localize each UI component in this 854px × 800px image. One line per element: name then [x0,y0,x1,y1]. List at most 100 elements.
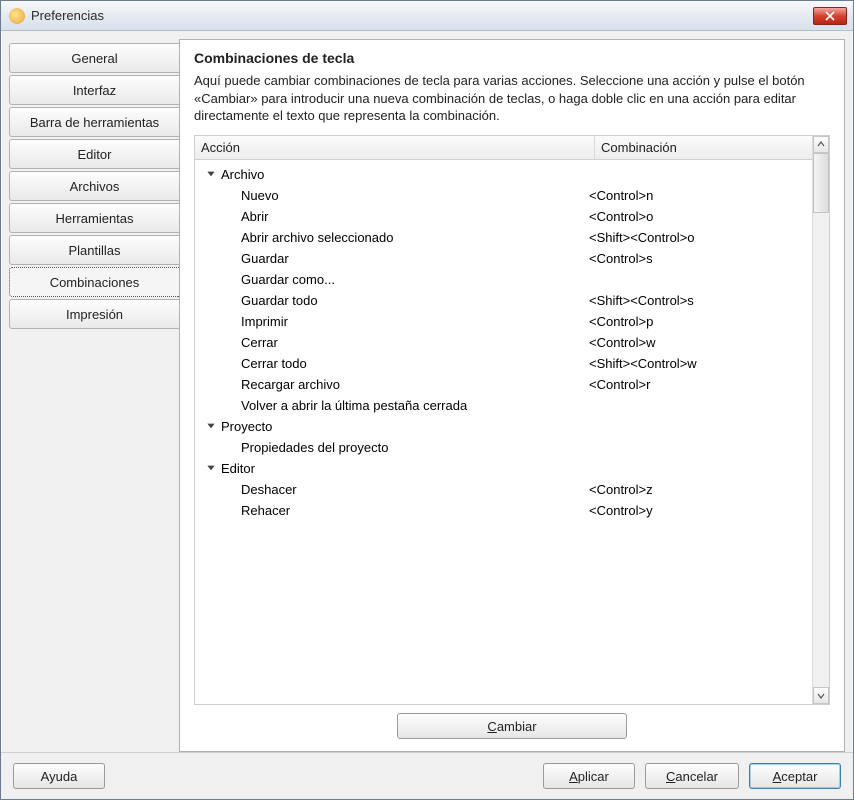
sidebar-item-label: Impresión [66,307,123,322]
main-panel: Combinaciones de tecla Aquí puede cambia… [179,39,845,752]
tree-row[interactable]: Deshacer<Control>z [195,479,812,500]
column-header-action[interactable]: Acción [195,136,595,159]
cell-action: Deshacer [195,482,589,497]
apply-button[interactable]: Aplicar [543,763,635,789]
table-header: Acción Combinación [195,136,812,160]
chevron-up-icon [817,140,825,148]
change-button-label: Cambiar [487,719,536,734]
sidebar-item-label: General [71,51,117,66]
help-button[interactable]: Ayuda [13,763,105,789]
apply-button-label: Aplicar [569,769,609,784]
cell-combo: <Control>z [589,482,812,497]
panel-description: Aquí puede cambiar combinaciones de tecl… [194,72,830,125]
tree-row[interactable]: Abrir<Control>o [195,206,812,227]
accept-button[interactable]: Aceptar [749,763,841,789]
tree-row[interactable]: Cerrar todo<Shift><Control>w [195,353,812,374]
tree-group[interactable]: Editor [195,458,812,479]
app-icon [9,8,25,24]
tree-row[interactable]: Imprimir<Control>p [195,311,812,332]
change-button[interactable]: Cambiar [397,713,627,739]
tree-row[interactable]: Guardar como... [195,269,812,290]
sidebar-item-general[interactable]: General [9,43,179,73]
tree-group[interactable]: Proyecto [195,416,812,437]
sidebar-item-label: Plantillas [68,243,120,258]
cell-action: Guardar todo [195,293,589,308]
cell-action: Nuevo [195,188,589,203]
sidebar-item-label: Interfaz [73,83,116,98]
table-inner: Acción Combinación ArchivoNuevo<Control>… [195,136,812,704]
expand-arrow-icon [205,462,217,474]
expand-arrow-icon [205,168,217,180]
keybindings-table: Acción Combinación ArchivoNuevo<Control>… [194,135,830,705]
sidebar-item-combinaciones[interactable]: Combinaciones [9,267,179,297]
cell-action: Cerrar [195,335,589,350]
scroll-thumb[interactable] [813,153,829,213]
cell-combo: <Shift><Control>o [589,230,812,245]
tree-row[interactable]: Volver a abrir la última pestaña cerrada [195,395,812,416]
body-area: General Interfaz Barra de herramientas E… [1,31,853,752]
tree-row[interactable]: Propiedades del proyecto [195,437,812,458]
titlebar[interactable]: Preferencias [1,1,853,31]
column-header-combo[interactable]: Combinación [595,140,812,155]
cell-combo [589,272,812,287]
cell-action: Abrir [195,209,589,224]
scroll-down-button[interactable] [813,687,829,704]
sidebar-item-herramientas[interactable]: Herramientas [9,203,179,233]
tree-group[interactable]: Archivo [195,164,812,185]
sidebar-item-interfaz[interactable]: Interfaz [9,75,179,105]
sidebar: General Interfaz Barra de herramientas E… [9,39,179,752]
cell-combo: <Shift><Control>s [589,293,812,308]
sidebar-item-label: Barra de herramientas [30,115,159,130]
sidebar-item-label: Archivos [70,179,120,194]
footer: Ayuda Aplicar Cancelar Aceptar [1,752,853,799]
sidebar-item-toolbar[interactable]: Barra de herramientas [9,107,179,137]
cell-combo: <Control>s [589,251,812,266]
sidebar-item-impresion[interactable]: Impresión [9,299,179,329]
cell-combo [589,398,812,413]
cell-action: Cerrar todo [195,356,589,371]
preferences-window: Preferencias General Interfaz Barra de h… [0,0,854,800]
cell-combo: <Control>n [589,188,812,203]
cell-combo: <Control>p [589,314,812,329]
sidebar-item-archivos[interactable]: Archivos [9,171,179,201]
cell-combo: <Control>o [589,209,812,224]
panel-title: Combinaciones de tecla [194,50,830,66]
tree-group-label: Archivo [221,167,264,182]
cell-combo: <Control>w [589,335,812,350]
tree-row[interactable]: Nuevo<Control>n [195,185,812,206]
sidebar-item-label: Editor [78,147,112,162]
close-icon [825,11,835,21]
tree-row[interactable]: Guardar<Control>s [195,248,812,269]
cell-action: Guardar como... [195,272,589,287]
vertical-scrollbar[interactable] [812,136,829,704]
change-button-row: Cambiar [194,705,830,741]
sidebar-item-label: Combinaciones [50,275,140,290]
cell-action: Propiedades del proyecto [195,440,589,455]
cell-combo: <Control>r [589,377,812,392]
cancel-button[interactable]: Cancelar [645,763,739,789]
tree-row[interactable]: Abrir archivo seleccionado<Shift><Contro… [195,227,812,248]
tree-row[interactable]: Rehacer<Control>y [195,500,812,521]
cell-combo: <Shift><Control>w [589,356,812,371]
sidebar-item-editor[interactable]: Editor [9,139,179,169]
cell-combo: <Control>y [589,503,812,518]
expand-arrow-icon [205,420,217,432]
close-button[interactable] [813,7,847,25]
accept-button-label: Aceptar [773,769,818,784]
sidebar-item-label: Herramientas [55,211,133,226]
cell-action: Guardar [195,251,589,266]
tree-row[interactable]: Recargar archivo<Control>r [195,374,812,395]
tree-row[interactable]: Cerrar<Control>w [195,332,812,353]
chevron-down-icon [817,692,825,700]
table-body[interactable]: ArchivoNuevo<Control>nAbrir<Control>oAbr… [195,160,812,704]
cell-action: Abrir archivo seleccionado [195,230,589,245]
scroll-up-button[interactable] [813,136,829,153]
sidebar-item-plantillas[interactable]: Plantillas [9,235,179,265]
cancel-button-label: Cancelar [666,769,718,784]
tree-row[interactable]: Guardar todo<Shift><Control>s [195,290,812,311]
help-button-label: Ayuda [41,769,78,784]
cell-action: Recargar archivo [195,377,589,392]
cell-action: Imprimir [195,314,589,329]
tree-group-label: Editor [221,461,255,476]
tree-group-label: Proyecto [221,419,272,434]
